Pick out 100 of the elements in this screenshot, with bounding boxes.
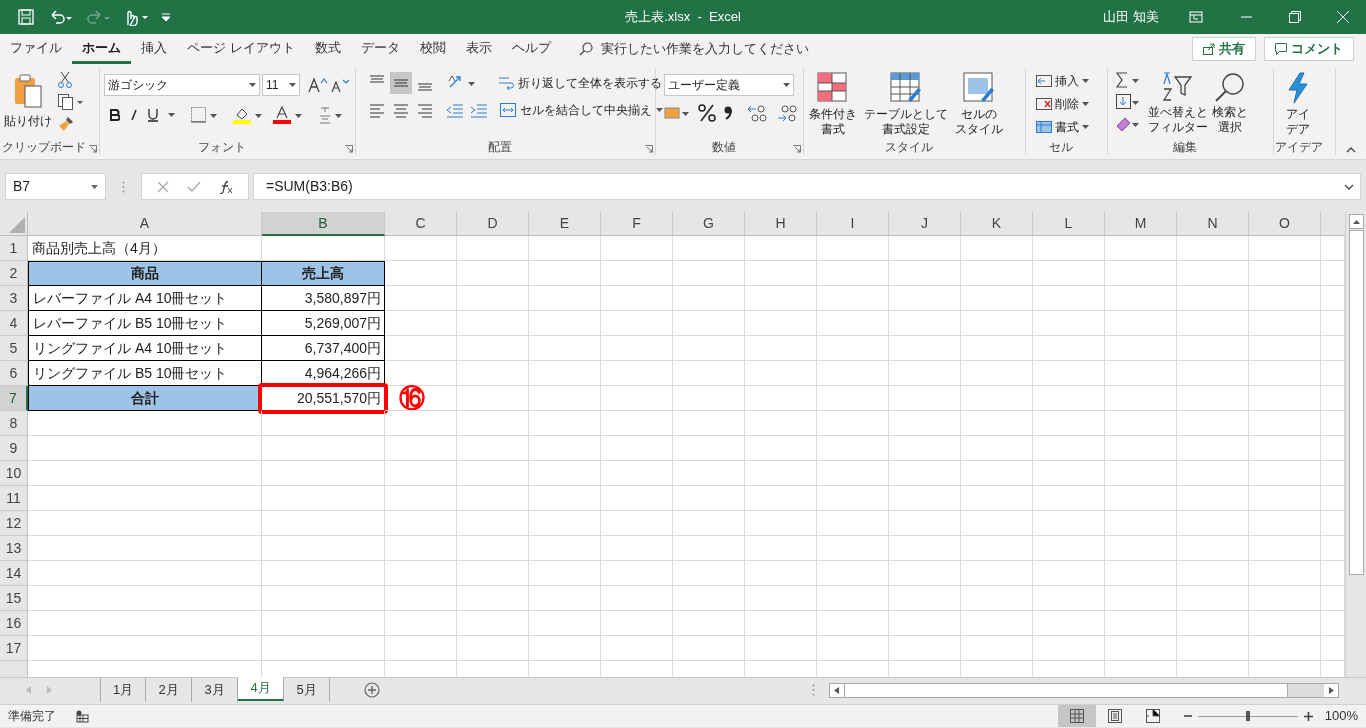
- save-icon[interactable]: [18, 9, 34, 25]
- row-header[interactable]: 7: [0, 386, 28, 411]
- caret-icon[interactable]: [91, 184, 98, 189]
- menu-tab[interactable]: 数式: [304, 34, 351, 64]
- caret-icon[interactable]: [289, 83, 296, 87]
- shrink-font-icon[interactable]: [330, 77, 350, 93]
- column-header[interactable]: I: [817, 212, 889, 236]
- percent-icon[interactable]: [698, 104, 716, 122]
- fill-icon[interactable]: [1116, 94, 1140, 110]
- row-header[interactable]: 12: [0, 511, 28, 536]
- ribbon-button[interactable]: アイ デア: [1278, 68, 1318, 137]
- row-header[interactable]: 16: [0, 611, 28, 636]
- ribbon-display-icon[interactable]: [1189, 11, 1203, 23]
- view-button[interactable]: [1057, 705, 1096, 727]
- column-header[interactable]: D: [457, 212, 529, 236]
- column-header[interactable]: F: [601, 212, 673, 236]
- italic-icon[interactable]: [130, 109, 138, 121]
- slider-thumb[interactable]: [1245, 711, 1250, 721]
- row-header[interactable]: 1: [0, 236, 28, 261]
- scrollbar-thumb[interactable]: [1348, 230, 1364, 575]
- restore-icon[interactable]: [1289, 11, 1301, 23]
- close-icon[interactable]: [1337, 11, 1349, 23]
- column-header[interactable]: G: [673, 212, 745, 236]
- scroll-right-icon[interactable]: [1324, 684, 1338, 697]
- font-color-icon[interactable]: [273, 106, 303, 124]
- customize-icon[interactable]: [162, 13, 170, 21]
- borders-icon[interactable]: [191, 107, 217, 123]
- sheet-tab[interactable]: 1月: [100, 678, 146, 702]
- autosum-icon[interactable]: [1116, 72, 1140, 88]
- column-header[interactable]: L: [1033, 212, 1105, 236]
- cut-icon[interactable]: [58, 72, 72, 88]
- row-header[interactable]: 5: [0, 336, 28, 361]
- add-sheet-icon[interactable]: [364, 682, 380, 698]
- column-header[interactable]: A: [28, 212, 262, 236]
- undo-icon[interactable]: [48, 9, 72, 25]
- zoom-slider[interactable]: [1197, 711, 1298, 721]
- ribbon-button[interactable]: セルの スタイル: [952, 68, 1006, 137]
- collapse-ribbon-icon[interactable]: [1346, 147, 1356, 153]
- caret-icon[interactable]: [168, 113, 175, 117]
- phonetic-icon[interactable]: [319, 106, 343, 124]
- comma-icon[interactable]: [724, 106, 732, 120]
- cells-button[interactable]: 挿入: [1036, 72, 1089, 90]
- row-header[interactable]: 13: [0, 536, 28, 561]
- menu-tab[interactable]: 表示: [455, 34, 502, 64]
- sheet-tab[interactable]: 2月: [146, 678, 192, 702]
- paste-button[interactable]: 貼り付け: [4, 68, 52, 130]
- column-header[interactable]: K: [961, 212, 1033, 236]
- vertical-scrollbar[interactable]: [1345, 212, 1366, 677]
- dialog-launcher-icon[interactable]: [345, 145, 353, 153]
- cells-button[interactable]: 書式: [1036, 118, 1089, 136]
- menu-tab[interactable]: 挿入: [131, 34, 177, 64]
- increase-decimal-icon[interactable]: [746, 104, 768, 122]
- dialog-launcher-icon[interactable]: [89, 145, 97, 153]
- check-icon[interactable]: [187, 180, 201, 193]
- font-size-dropdown[interactable]: 11: [262, 74, 300, 96]
- wrap-text-button[interactable]: 折り返して全体を表示する: [498, 74, 662, 92]
- currency-icon[interactable]: [664, 105, 690, 121]
- copy-icon[interactable]: [58, 94, 84, 110]
- row-header[interactable]: 11: [0, 486, 28, 511]
- formula-field[interactable]: =SUM(B3:B6): [253, 173, 1361, 200]
- scroll-left-icon[interactable]: [830, 684, 844, 697]
- row-header[interactable]: 9: [0, 436, 28, 461]
- dialog-launcher-icon[interactable]: [793, 145, 801, 153]
- search-field[interactable]: 実行したい作業を入力してください: [574, 37, 825, 61]
- sheet-tab[interactable]: 4月: [238, 677, 284, 701]
- macro-record-icon[interactable]: [76, 709, 89, 723]
- caret-icon[interactable]: [783, 83, 790, 87]
- grow-font-icon[interactable]: [308, 77, 328, 93]
- merge-center-button[interactable]: セルを結合して中央揃え: [500, 101, 663, 119]
- row-header[interactable]: 3: [0, 286, 28, 311]
- function-icon[interactable]: [219, 179, 233, 194]
- eraser-icon[interactable]: [1116, 116, 1140, 132]
- hand-icon[interactable]: [124, 8, 148, 26]
- format-painter-icon[interactable]: [58, 116, 74, 132]
- caret-icon[interactable]: [1082, 102, 1089, 106]
- ribbon-button[interactable]: 並べ替えと フィルター: [1146, 68, 1210, 135]
- scroll-up-icon[interactable]: [1348, 214, 1364, 229]
- menu-tab[interactable]: ヘルプ: [501, 34, 561, 64]
- column-header[interactable]: O: [1249, 212, 1321, 236]
- underline-icon[interactable]: [148, 108, 158, 122]
- menu-tab[interactable]: 校閲: [409, 34, 456, 64]
- bold-icon[interactable]: [110, 109, 120, 121]
- column-header[interactable]: M: [1105, 212, 1177, 236]
- row-header[interactable]: 14: [0, 561, 28, 586]
- font-name-dropdown[interactable]: 游ゴシック: [104, 74, 260, 96]
- row-header[interactable]: 15: [0, 586, 28, 611]
- row-header[interactable]: 10: [0, 461, 28, 486]
- caret-icon[interactable]: [249, 83, 256, 87]
- ribbon-button[interactable]: テーブルとして 書式設定: [861, 68, 951, 137]
- row-header[interactable]: 6: [0, 361, 28, 386]
- comment-button[interactable]: コメント: [1264, 37, 1354, 61]
- decrease-decimal-icon[interactable]: [776, 104, 798, 122]
- column-header[interactable]: C: [385, 212, 457, 236]
- caret-icon[interactable]: [1082, 125, 1089, 129]
- column-header[interactable]: J: [889, 212, 961, 236]
- horizontal-scrollbar[interactable]: [829, 683, 1339, 698]
- row-header[interactable]: 8: [0, 411, 28, 436]
- menu-tab[interactable]: ファイル: [0, 34, 72, 64]
- row-header[interactable]: 2: [0, 261, 28, 286]
- caret-icon[interactable]: [656, 108, 663, 112]
